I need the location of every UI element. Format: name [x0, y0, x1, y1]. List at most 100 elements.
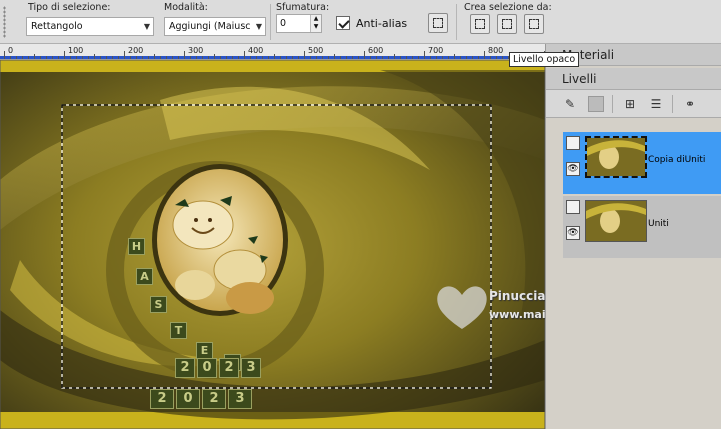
- easter-letter-tile: H: [128, 238, 145, 255]
- artwork: [0, 60, 545, 429]
- selection-type-select[interactable]: Rettangolo ▼: [26, 17, 154, 36]
- selection-from-canvas-button[interactable]: [470, 14, 490, 34]
- ruler-mark: 800: [488, 46, 504, 55]
- chevron-down-icon: ▼: [255, 22, 262, 31]
- ruler-tick: [424, 51, 425, 59]
- ruler-mark: 200: [128, 46, 144, 55]
- selection-marquee-icon: [433, 18, 443, 28]
- ruler-tick: [40, 56, 41, 59]
- link-layers-icon[interactable]: ⚭: [682, 96, 698, 112]
- ruler-tick: [226, 56, 227, 59]
- ruler-tick: [130, 56, 131, 59]
- ruler-tick: [472, 56, 473, 59]
- layer-selection-icon: [502, 19, 512, 29]
- ruler-mark: 100: [68, 46, 84, 55]
- ruler-mark: 600: [368, 46, 384, 55]
- ruler-tick: [358, 56, 359, 59]
- ruler-tick: [124, 51, 125, 59]
- ruler-tick: [154, 54, 155, 59]
- ruler-tick: [382, 56, 383, 59]
- ruler-tick: [490, 56, 491, 59]
- year-digit-tile: 2: [150, 389, 174, 409]
- mode-group: Modalità:: [164, 2, 208, 13]
- ruler-tick: [220, 56, 221, 59]
- toolbar-grip[interactable]: [3, 6, 6, 38]
- feather-stepper[interactable]: 0 ▲ ▼: [276, 14, 322, 33]
- ruler-tick: [388, 56, 389, 59]
- ruler-tick: [76, 56, 77, 59]
- ruler-tick: [274, 54, 275, 59]
- egg: [175, 270, 215, 300]
- ruler-tick: [346, 56, 347, 59]
- ruler-tick: [172, 56, 173, 59]
- ruler-tick: [442, 56, 443, 59]
- ruler-tick: [310, 56, 311, 59]
- ruler-tick: [292, 56, 293, 59]
- selection-from-layer-button[interactable]: [497, 14, 517, 34]
- toolbar-separator: [270, 4, 271, 40]
- create-selection-group: Crea selezione da:: [464, 2, 552, 13]
- mask-icon[interactable]: [588, 96, 604, 112]
- year-digit-tile: 0: [197, 358, 217, 378]
- ruler-tick: [436, 56, 437, 59]
- ruler-tick: [328, 56, 329, 59]
- new-layer-icon[interactable]: ⊞: [622, 96, 638, 112]
- ruler-tick: [250, 56, 251, 59]
- egg: [226, 282, 274, 314]
- ruler-tick: [412, 56, 413, 59]
- year-digit-tile: 2: [219, 358, 239, 378]
- visibility-eye-icon[interactable]: 👁: [566, 162, 580, 176]
- ruler-tick: [190, 56, 191, 59]
- antialias-label: Anti-alias: [356, 17, 408, 30]
- visibility-eye-icon[interactable]: 👁: [566, 226, 580, 240]
- year-digit-tile: 3: [228, 389, 252, 409]
- layer-properties-icon[interactable]: ☰: [648, 96, 664, 112]
- layer-row-copia-di-uniti[interactable]: 👁 Copia diUniti: [563, 132, 721, 194]
- layers-panel-title[interactable]: Livelli: [546, 68, 721, 90]
- ruler-tick: [448, 56, 449, 59]
- ruler-tick: [502, 56, 503, 59]
- mask-selection-icon: [529, 19, 539, 29]
- feather-value: 0: [280, 18, 287, 29]
- layer-row-uniti[interactable]: 👁 Uniti: [563, 196, 721, 258]
- ruler-mark: 300: [188, 46, 204, 55]
- mode-select[interactable]: Aggiungi (Maiusc ▼: [164, 17, 266, 36]
- select-all-button[interactable]: [428, 13, 448, 33]
- ruler-tick: [394, 54, 395, 59]
- feather-label: Sfumatura:: [276, 2, 330, 13]
- ruler-tick: [418, 56, 419, 59]
- ruler-mark: 700: [428, 46, 444, 55]
- year-digit-tile: 2: [175, 358, 195, 378]
- ruler-tick: [208, 56, 209, 59]
- ruler-tick: [478, 56, 479, 59]
- ruler-tick: [184, 51, 185, 59]
- year-digit-tile: 2: [202, 389, 226, 409]
- canvas-selection-icon: [475, 19, 485, 29]
- mode-value: Aggiungi (Maiusc: [169, 21, 251, 32]
- ruler-tick: [406, 56, 407, 59]
- ruler-tick: [106, 56, 107, 59]
- ruler-tick: [256, 56, 257, 59]
- selection-from-mask-button[interactable]: [524, 14, 544, 34]
- ruler-tick: [94, 54, 95, 59]
- ruler-tick: [10, 56, 11, 59]
- horizontal-ruler[interactable]: 0 100 200 300 400 500 600 700 800: [0, 44, 545, 60]
- ruler-tick: [334, 54, 335, 59]
- watermark-url: www.maidiregrafica.eu: [489, 308, 545, 321]
- egg-eye: [208, 218, 212, 222]
- ruler-tick: [262, 56, 263, 59]
- ruler-tick: [166, 56, 167, 59]
- selection-type-label: Tipo di selezione:: [28, 2, 111, 13]
- mode-label: Modalità:: [164, 2, 208, 13]
- smiling-egg: [172, 200, 234, 250]
- chevron-down-icon: ▼: [143, 22, 150, 31]
- easter-letter-tile: A: [136, 268, 153, 285]
- antialias-checkbox[interactable]: [336, 16, 350, 30]
- stepper-arrows-icon[interactable]: ▲ ▼: [310, 15, 321, 32]
- brush-icon[interactable]: ✎: [562, 96, 578, 112]
- ruler-tick: [148, 56, 149, 59]
- ruler-tick: [352, 56, 353, 59]
- ruler-tick: [178, 56, 179, 59]
- image-canvas[interactable]: HASTER 2023 2023 Pinuccia www.maidiregra…: [0, 60, 545, 429]
- ruler-tick: [286, 56, 287, 59]
